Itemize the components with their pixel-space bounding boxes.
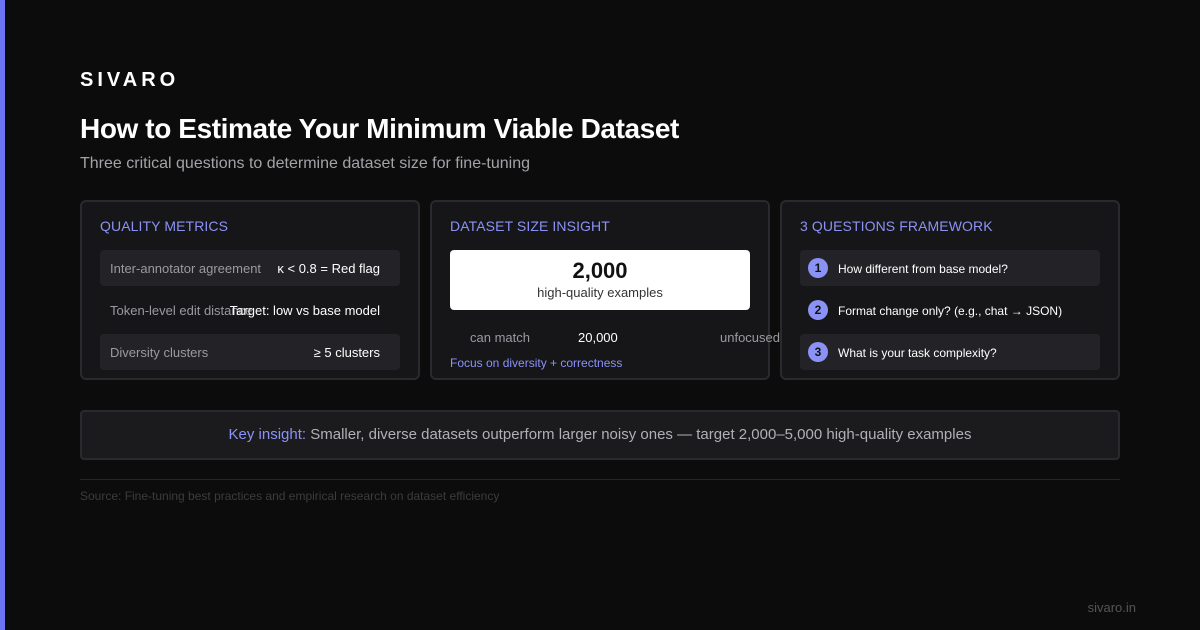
question-number-badge: 3 xyxy=(808,342,828,362)
highlight-box: 2,000 high-quality examples xyxy=(450,250,750,310)
metric-value: Target: low vs base model xyxy=(229,303,380,318)
question-number-badge: 2 xyxy=(808,300,828,320)
dataset-size-card: DATASET SIZE INSIGHT 2,000 high-quality … xyxy=(430,200,780,380)
quality-metrics-card: QUALITY METRICS Inter-annotator agreemen… xyxy=(80,200,420,380)
question-text: Format change only? (e.g., chat → JSON) xyxy=(838,304,1063,318)
quality-metrics-heading: QUALITY METRICS xyxy=(100,218,229,234)
source-note: Source: Fine-tuning best practices and e… xyxy=(80,489,500,503)
compare-number: 20,000 xyxy=(578,330,618,345)
accent-bar xyxy=(0,0,5,630)
metric-value: ≥ 5 clusters xyxy=(313,345,380,360)
question-item: 3 What is your task complexity? xyxy=(800,334,1100,370)
question-item: 2 Format change only? (e.g., chat → JSON… xyxy=(800,292,1100,328)
question-text: How different from base model? xyxy=(838,262,1008,276)
question-number-badge: 1 xyxy=(808,258,828,278)
focus-note: Focus on diversity + correctness xyxy=(450,356,623,370)
dataset-size-heading: DATASET SIZE INSIGHT xyxy=(450,218,610,234)
key-insight-bar: Key insight: Smaller, diverse datasets o… xyxy=(80,410,1120,460)
compare-suffix: unfocused xyxy=(720,330,780,345)
compare-label: can match xyxy=(470,330,530,345)
footer-url: sivaro.in xyxy=(1087,600,1136,615)
framework-heading: 3 QUESTIONS FRAMEWORK xyxy=(800,218,993,234)
metric-label: Diversity clusters xyxy=(110,345,209,360)
highlight-number: 2,000 xyxy=(572,258,628,283)
footer-divider xyxy=(80,479,1120,480)
brand-logo: SIVARO xyxy=(80,69,180,91)
metric-row: Token-level edit distance Target: low vs… xyxy=(100,292,400,328)
metric-row: Diversity clusters ≥ 5 clusters xyxy=(100,334,400,370)
highlight-caption: high-quality examples xyxy=(537,285,663,300)
key-insight-text: Smaller, diverse datasets outperform lar… xyxy=(310,426,972,443)
question-item: 1 How different from base model? xyxy=(800,250,1100,286)
page-title: How to Estimate Your Minimum Viable Data… xyxy=(80,113,679,144)
key-insight-label: Key insight: xyxy=(228,426,307,443)
framework-card: 3 QUESTIONS FRAMEWORK 1 How different fr… xyxy=(780,200,1120,380)
metric-label: Inter-annotator agreement xyxy=(110,261,262,276)
metric-row: Inter-annotator agreement κ < 0.8 = Red … xyxy=(100,250,400,286)
question-text: What is your task complexity? xyxy=(838,346,997,360)
page-subtitle: Three critical questions to determine da… xyxy=(80,155,531,172)
metric-value: κ < 0.8 = Red flag xyxy=(277,261,380,276)
